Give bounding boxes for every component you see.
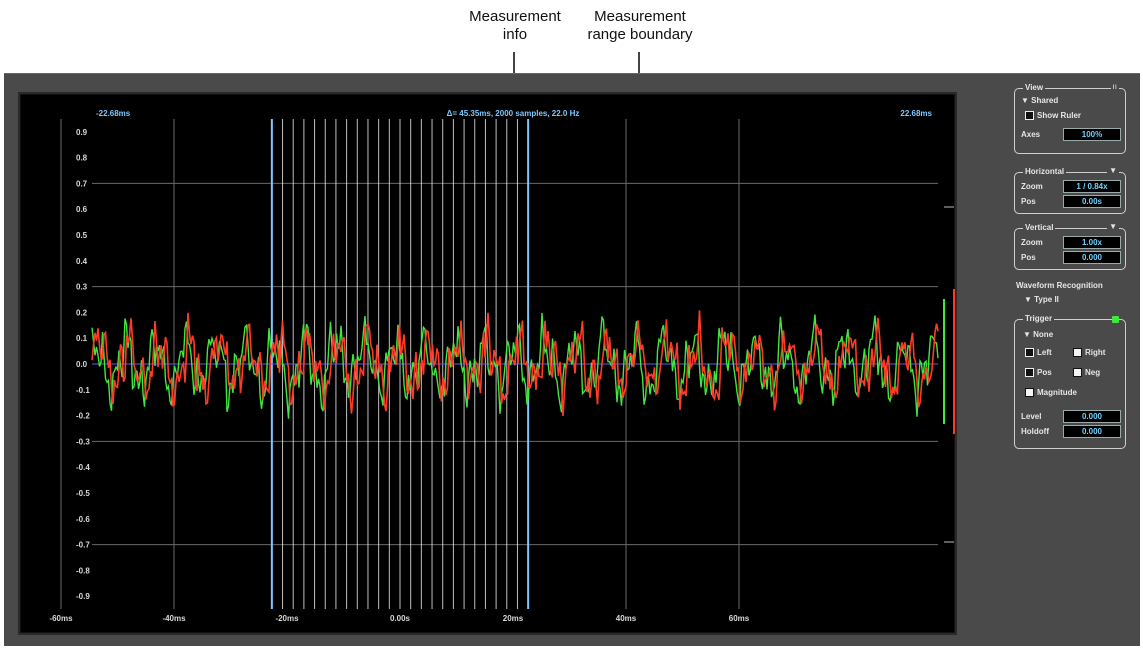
v-zoom-label: Zoom <box>1021 238 1043 247</box>
y-tick-label: -0.6 <box>76 515 90 524</box>
level-field[interactable]: 0.000 <box>1063 410 1121 423</box>
chevron-down-icon[interactable]: ▼ <box>1107 165 1119 177</box>
left-label: Left <box>1037 348 1052 357</box>
v-pos-field[interactable]: 0.000 <box>1063 251 1121 264</box>
y-tick-label: 0.4 <box>76 257 88 266</box>
y-tick-label: -0.9 <box>76 592 90 601</box>
y-tick-label: 0.7 <box>76 179 88 188</box>
measurement-info-label: Δ= 45.35ms, 2000 samples, 22.0 Hz <box>447 109 580 118</box>
y-tick-label: 0.1 <box>76 334 88 343</box>
chevron-down-icon[interactable]: ▼ <box>1107 221 1119 233</box>
axes-field[interactable]: 100% <box>1063 128 1121 141</box>
v-zoom-field[interactable]: 1.00x <box>1063 236 1121 249</box>
y-tick-label: 0.3 <box>76 283 88 292</box>
waveform-recognition-label: Waveform Recognition <box>1016 281 1103 290</box>
h-pos-label: Pos <box>1021 197 1036 206</box>
scope-canvas[interactable]: 0.9 0.8 0.7 0.6 0.5 0.4 0.3 0.2 0.1 0.0 -0.1 -0.2 -0… <box>20 94 955 633</box>
axes-label: Axes <box>1021 130 1041 139</box>
h-zoom-label: Zoom <box>1021 182 1043 191</box>
horizontal-group: Horizontal ▼ Zoom 1 / 0.84x Pos 0.00s <box>1014 165 1126 214</box>
waveform-type-dropdown[interactable]: ▼ Type II <box>1024 295 1059 305</box>
x-tick-label: -60ms <box>49 614 73 623</box>
x-tick-label: -40ms <box>162 614 186 623</box>
y-tick-label: -0.1 <box>76 386 90 395</box>
holdoff-label: Holdoff <box>1021 427 1049 436</box>
x-tick-label: 20ms <box>503 614 524 623</box>
measurement-range-callout: Measurement range boundary <box>560 8 720 44</box>
left-channel-trace <box>91 312 939 419</box>
v-pos-label: Pos <box>1021 253 1036 262</box>
vertical-group: Vertical ▼ Zoom 1.00x Pos 0.000 <box>1014 221 1126 270</box>
trigger-group-title: Trigger <box>1023 313 1055 325</box>
neg-checkbox[interactable] <box>1073 368 1082 377</box>
trigger-led-icon <box>1112 316 1119 323</box>
h-pos-field[interactable]: 0.00s <box>1063 195 1121 208</box>
x-tick-label: -20ms <box>275 614 299 623</box>
view-group: View ıı ▼ Shared Show Ruler Axes 100% <box>1014 81 1126 154</box>
pos-checkbox[interactable] <box>1025 368 1034 377</box>
x-tick-label: 0.00s <box>390 614 411 623</box>
h-zoom-field[interactable]: 1 / 0.84x <box>1063 180 1121 193</box>
range-start-label: -22.68ms <box>96 109 131 118</box>
x-tick-label: 40ms <box>616 614 637 623</box>
view-group-title: View <box>1023 82 1046 94</box>
magnitude-label: Magnitude <box>1037 388 1077 397</box>
show-ruler-checkbox[interactable] <box>1025 111 1034 120</box>
y-tick-label: 0.6 <box>76 205 88 214</box>
trigger-mode-dropdown[interactable]: ▼ None <box>1023 330 1053 340</box>
y-tick-label: 0.2 <box>76 308 88 317</box>
settings-panel: View ıı ▼ Shared Show Ruler Axes 100% Ho… <box>1010 81 1134 548</box>
pos-label: Pos <box>1037 368 1052 377</box>
neg-label: Neg <box>1085 368 1101 377</box>
trigger-group: Trigger ▼ None Left Right Pos Neg Magnit… <box>1014 313 1126 449</box>
y-tick-label: 0.8 <box>76 154 88 163</box>
shared-toggle[interactable]: ▼ Shared <box>1021 96 1058 106</box>
oscilloscope-display[interactable]: 0.9 0.8 0.7 0.6 0.5 0.4 0.3 0.2 0.1 0.0 -0.1 -0.2 -0… <box>18 92 957 635</box>
y-tick-label: 0.9 <box>76 128 88 137</box>
range-end-label: 22.68ms <box>900 109 932 118</box>
callout-line-2: range boundary <box>587 26 693 43</box>
y-tick-label: 0.5 <box>76 231 88 240</box>
y-tick-label: -0.5 <box>76 489 90 498</box>
level-label: Level <box>1021 412 1042 421</box>
show-ruler-label: Show Ruler <box>1037 111 1082 120</box>
right-label: Right <box>1085 348 1106 357</box>
y-tick-label: -0.8 <box>76 566 90 575</box>
x-tick-label: 60ms <box>729 614 750 623</box>
callout-line-1: Measurement <box>594 8 686 25</box>
right-channel-trace <box>91 310 939 416</box>
y-tick-label: 0.0 <box>76 360 88 369</box>
vertical-group-title: Vertical <box>1023 222 1056 234</box>
y-tick-label: -0.4 <box>76 463 90 472</box>
y-tick-label: -0.2 <box>76 412 90 421</box>
pin-icon[interactable]: ıı <box>1110 81 1119 93</box>
y-tick-label: -0.3 <box>76 437 90 446</box>
horizontal-group-title: Horizontal <box>1023 166 1067 178</box>
right-checkbox[interactable] <box>1073 348 1082 357</box>
magnitude-checkbox[interactable] <box>1025 388 1034 397</box>
y-tick-label: -0.7 <box>76 541 90 550</box>
left-checkbox[interactable] <box>1025 348 1034 357</box>
holdoff-field[interactable]: 0.000 <box>1063 425 1121 438</box>
